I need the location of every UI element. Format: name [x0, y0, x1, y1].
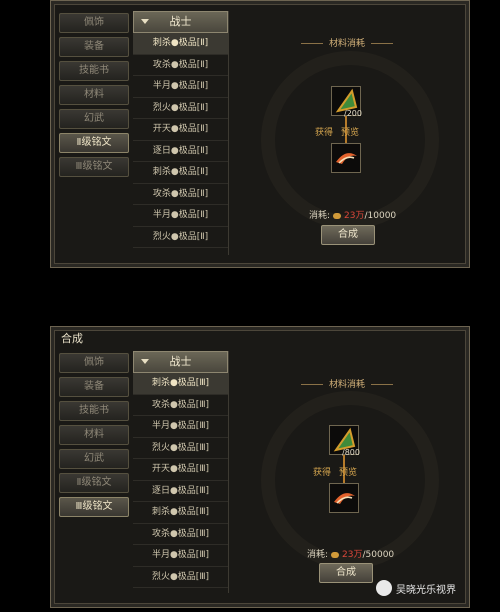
watermark-text: 吴晓光乐视界 [396, 584, 456, 596]
obtain-preview: 获得 预览 [315, 125, 359, 138]
class-dropdown[interactable]: 战士 [133, 11, 228, 33]
list-item[interactable]: 刺杀●极品[Ⅱ] [133, 162, 228, 184]
cost-row: 消耗: 23万/50000 [307, 547, 394, 560]
list-item[interactable]: 逐日●极品[Ⅲ] [133, 481, 228, 502]
dragon-ornament [261, 391, 439, 569]
list-item[interactable]: 开天●极品[Ⅱ] [133, 119, 228, 141]
sidebar-item-tier3-inscription[interactable]: Ⅲ级铭文 [59, 157, 129, 177]
preview-label: 预览 [339, 468, 358, 478]
class-dropdown[interactable]: 战士 [133, 351, 228, 373]
wechat-icon [376, 580, 392, 596]
gold-icon [331, 551, 340, 558]
detail-area: 材料消耗 /200 获得 预览 消耗: 23万/10000 合成 [231, 11, 463, 255]
craft-button[interactable]: 合成 [319, 563, 373, 583]
sidebar-item-material[interactable]: 材料 [59, 425, 129, 445]
compose-panel-tier2: 佩饰 装备 技能书 材料 幻武 Ⅱ级铭文 Ⅲ级铭文 战士 刺杀●极品[Ⅱ] 攻杀… [50, 0, 470, 268]
sidebar-item-tier3-inscription[interactable]: Ⅲ级铭文 [59, 497, 129, 517]
material-cost-title: 材料消耗 [231, 36, 463, 49]
list-item[interactable]: 半月●极品[Ⅱ] [133, 205, 228, 227]
result-slot[interactable] [331, 143, 361, 173]
chevron-down-icon [141, 19, 149, 24]
list-item[interactable]: 半月●极品[Ⅲ] [133, 545, 228, 567]
craft-button[interactable]: 合成 [321, 225, 375, 245]
recipe-list: 战士 刺杀●极品[Ⅲ] 攻杀●极品[Ⅲ] 半月●极品[Ⅲ] 烈火●极品[Ⅲ] 开… [133, 351, 229, 593]
class-dropdown-label: 战士 [169, 355, 192, 368]
list-item[interactable]: 烈火●极品[Ⅲ] [133, 438, 228, 459]
cost-row: 消耗: 23万/10000 [309, 208, 396, 221]
chevron-down-icon [141, 359, 149, 364]
ember-icon [334, 493, 355, 504]
list-item[interactable]: 攻杀●极品[Ⅲ] [133, 395, 228, 416]
list-item[interactable]: 半月●极品[Ⅲ] [133, 416, 228, 438]
dragon-ornament [261, 51, 439, 229]
cost-label: 消耗: [307, 550, 329, 560]
list-item[interactable]: 烈火●极品[Ⅱ] [133, 98, 228, 119]
panel-title: 合成 [61, 332, 83, 345]
sidebar-item-material[interactable]: 材料 [59, 85, 129, 105]
sidebar-item-phantom-weapon[interactable]: 幻武 [59, 449, 129, 469]
category-sidebar: 佩饰 装备 技能书 材料 幻武 Ⅱ级铭文 Ⅲ级铭文 [59, 353, 129, 517]
sidebar-item-equipment[interactable]: 装备 [59, 377, 129, 397]
sidebar-item-phantom-weapon[interactable]: 幻武 [59, 109, 129, 129]
category-sidebar: 佩饰 装备 技能书 材料 幻武 Ⅱ级铭文 Ⅲ级铭文 [59, 13, 129, 177]
list-item[interactable]: 烈火●极品[Ⅲ] [133, 567, 228, 588]
sidebar-item-equipment[interactable]: 装备 [59, 37, 129, 57]
cost-label: 消耗: [309, 211, 331, 221]
class-dropdown-label: 战士 [169, 15, 192, 28]
list-item[interactable]: 刺杀●极品[Ⅲ] [133, 502, 228, 524]
compose-panel-tier3: 合成 佩饰 装备 技能书 材料 幻武 Ⅱ级铭文 Ⅲ级铭文 战士 刺杀●极品[Ⅲ]… [50, 326, 470, 608]
sidebar-item-skillbook[interactable]: 技能书 [59, 401, 129, 421]
result-slot[interactable] [329, 483, 359, 513]
sidebar-item-accessory[interactable]: 佩饰 [59, 353, 129, 373]
detail-area: 材料消耗 /800 获得 预览 消耗: 23万/50000 合成 [231, 351, 463, 593]
obtain-preview: 获得 预览 [313, 465, 357, 478]
ember-icon [336, 153, 357, 164]
list-item[interactable]: 开天●极品[Ⅲ] [133, 459, 228, 481]
sidebar-item-tier2-inscription[interactable]: Ⅱ级铭文 [59, 133, 129, 153]
material-cost-title: 材料消耗 [231, 377, 463, 390]
list-item[interactable]: 刺杀●极品[Ⅱ] [133, 33, 228, 55]
cost-need: /50000 [362, 550, 395, 560]
cost-need: /10000 [364, 211, 397, 221]
sidebar-item-skillbook[interactable]: 技能书 [59, 61, 129, 81]
list-item[interactable]: 攻杀●极品[Ⅱ] [133, 55, 228, 76]
cost-have: 23万 [342, 550, 363, 560]
list-item[interactable]: 攻杀●极品[Ⅲ] [133, 524, 228, 545]
preview-label: 预览 [341, 128, 360, 138]
list-item[interactable]: 逐日●极品[Ⅱ] [133, 141, 228, 162]
list-item[interactable]: 刺杀●极品[Ⅲ] [133, 373, 228, 395]
obtain-label: 获得 [315, 128, 334, 138]
watermark: 吴晓光乐视界 [376, 580, 456, 596]
list-item[interactable]: 烈火●极品[Ⅱ] [133, 227, 228, 248]
cost-have: 23万 [344, 211, 365, 221]
gold-icon [333, 212, 342, 219]
recipe-list: 战士 刺杀●极品[Ⅱ] 攻杀●极品[Ⅱ] 半月●极品[Ⅱ] 烈火●极品[Ⅱ] 开… [133, 11, 229, 255]
obtain-label: 获得 [313, 468, 332, 478]
sidebar-item-tier2-inscription[interactable]: Ⅱ级铭文 [59, 473, 129, 493]
list-item[interactable]: 半月●极品[Ⅱ] [133, 76, 228, 98]
list-item[interactable]: 攻杀●极品[Ⅱ] [133, 184, 228, 205]
sidebar-item-accessory[interactable]: 佩饰 [59, 13, 129, 33]
